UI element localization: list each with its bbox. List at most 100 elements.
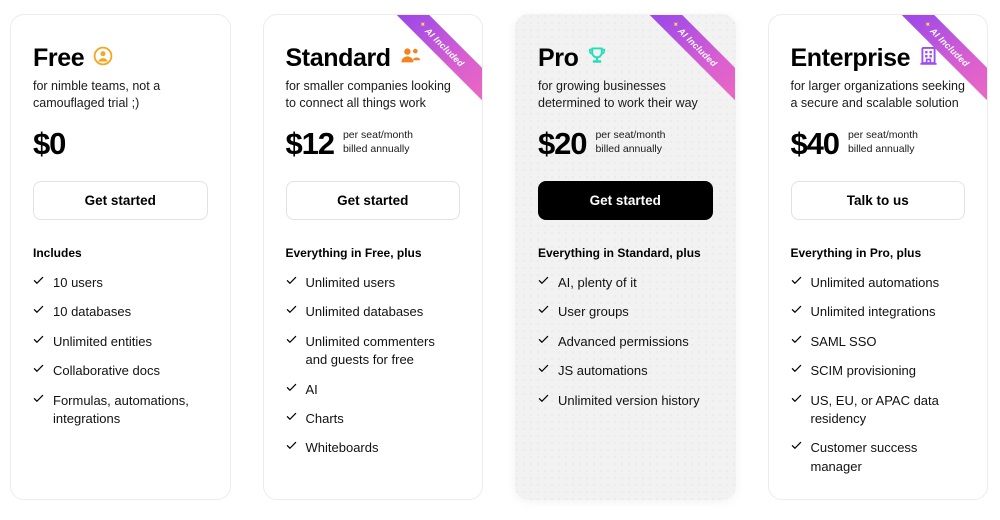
feature-label: AI, plenty of it [558, 274, 637, 290]
plan-price-note-line2: billed annually [847, 143, 915, 156]
pricing-card-free: Free for nimble teams, not a camouflaged … [10, 14, 231, 500]
plan-tagline: for larger organizations seeking a secur… [790, 79, 965, 110]
plan-price: $12 [285, 125, 336, 161]
feature-label: Unlimited automations [810, 274, 940, 290]
plan-price: $0 [33, 125, 66, 161]
plan-cta-button[interactable]: Talk to us [790, 180, 965, 220]
feature-item: Unlimited version history [538, 392, 713, 410]
pricing-card-enterprise: ✦ AI Included Enterprise for larger organiz… [767, 14, 988, 500]
plan-header: Standard [286, 45, 461, 71]
feature-item: AI [286, 381, 461, 399]
plan-price: $20 [538, 125, 588, 161]
feature-label: AI [305, 381, 318, 397]
feature-item: Unlimited entities [33, 333, 208, 351]
feature-label: Unlimited integrations [810, 304, 936, 320]
feature-item: Formulas, automations, integrations [33, 392, 208, 429]
feature-label: 10 users [53, 274, 103, 290]
plan-header: Pro [538, 45, 713, 71]
features-title: Everything in Free, plus [285, 245, 422, 260]
feature-label: Unlimited commenters and guests for free [305, 333, 435, 368]
check-icon [286, 411, 297, 425]
check-icon [33, 304, 44, 318]
feature-label: 10 databases [53, 304, 132, 320]
people-group-icon [400, 47, 421, 69]
check-icon [791, 275, 802, 289]
plan-cta-button[interactable]: Get started [538, 180, 713, 220]
pricing-card-pro: ✦ AI Included Pro for growing businesses de… [515, 14, 736, 500]
check-icon [538, 304, 549, 318]
feature-item: 10 databases [33, 303, 208, 321]
plan-price-row: $20 per seat/month billed annually [538, 128, 713, 159]
plan-name: Pro [538, 44, 579, 72]
features-list: AI, plenty of it User groups Advanced perm… [538, 274, 713, 410]
plan-name: Free [33, 44, 85, 72]
feature-label: JS automations [558, 363, 648, 379]
check-icon [791, 304, 802, 318]
user-avatar-icon [93, 46, 113, 70]
feature-item: AI, plenty of it [538, 274, 713, 292]
check-icon [538, 275, 549, 289]
feature-item: Unlimited databases [286, 303, 461, 321]
feature-item: Unlimited automations [791, 274, 966, 292]
plan-cta-button[interactable]: Get started [33, 180, 208, 220]
feature-label: SCIM provisioning [810, 363, 917, 379]
plan-price-note: per seat/month billed annually [343, 129, 413, 157]
sparkle-icon: ✦ [922, 18, 934, 30]
plan-price-row: $40 per seat/month billed annually [791, 128, 966, 159]
features-title: Everything in Pro, plus [790, 245, 922, 260]
feature-item: Unlimited integrations [791, 303, 966, 321]
pricing-plans-grid: Free for nimble teams, not a camouflaged … [0, 0, 1000, 520]
check-icon [286, 304, 297, 318]
plan-price-note-line2: billed annually [595, 143, 662, 156]
plan-name: Enterprise [790, 44, 911, 72]
feature-item: Advanced permissions [538, 333, 713, 351]
pricing-card-standard: ✦ AI Included Standard for smaller companie… [262, 14, 483, 500]
check-icon [791, 440, 802, 454]
feature-item: Unlimited commenters and guests for free [286, 333, 461, 370]
plan-tagline: for smaller companies looking to connect… [285, 79, 451, 110]
feature-label: Unlimited version history [558, 392, 700, 408]
feature-label: US, EU, or APAC data residency [810, 392, 939, 427]
sparkle-icon: ✦ [417, 18, 429, 30]
feature-item: User groups [538, 303, 713, 321]
feature-item: JS automations [538, 362, 713, 380]
feature-label: Unlimited databases [305, 304, 424, 320]
feature-item: Collaborative docs [33, 362, 208, 380]
check-icon [538, 334, 549, 348]
plan-header: Enterprise [791, 45, 966, 71]
check-icon [791, 334, 802, 348]
feature-label: Unlimited users [305, 274, 396, 290]
check-icon [33, 363, 44, 377]
check-icon [286, 334, 297, 348]
features-list: 10 users 10 databases Unlimited entities Co… [33, 274, 208, 429]
feature-label: Whiteboards [305, 440, 379, 456]
feature-label: User groups [558, 304, 629, 320]
plan-tagline: for growing businesses determined to wor… [538, 79, 698, 110]
features-title: Everything in Standard, plus [538, 245, 701, 260]
feature-item: Charts [286, 410, 461, 428]
feature-label: Collaborative docs [53, 363, 160, 379]
plan-tagline: for nimble teams, not a camouflaged tria… [33, 79, 161, 110]
check-icon [286, 275, 297, 289]
plan-price: $40 [790, 125, 841, 161]
feature-item: SCIM provisioning [791, 362, 966, 380]
office-building-icon [919, 46, 938, 70]
feature-item: 10 users [33, 274, 208, 292]
feature-label: Advanced permissions [558, 333, 689, 349]
feature-item: Unlimited users [286, 274, 461, 292]
check-icon [538, 393, 549, 407]
check-icon [33, 275, 44, 289]
check-icon [791, 363, 802, 377]
plan-price-note: per seat/month billed annually [848, 129, 918, 157]
plan-cta-button[interactable]: Get started [285, 180, 460, 220]
trophy-icon [587, 46, 607, 70]
plan-price-note-line1: per seat/month [847, 129, 918, 142]
feature-label: SAML SSO [810, 333, 877, 349]
plan-price-note-line2: billed annually [342, 143, 410, 156]
sparkle-icon: ✦ [669, 18, 681, 30]
plan-price-note-line1: per seat/month [595, 129, 666, 142]
plan-price-note-line1: per seat/month [342, 129, 413, 142]
check-icon [538, 363, 549, 377]
check-icon [286, 440, 297, 454]
plan-price-note: per seat/month billed annually [595, 129, 665, 157]
